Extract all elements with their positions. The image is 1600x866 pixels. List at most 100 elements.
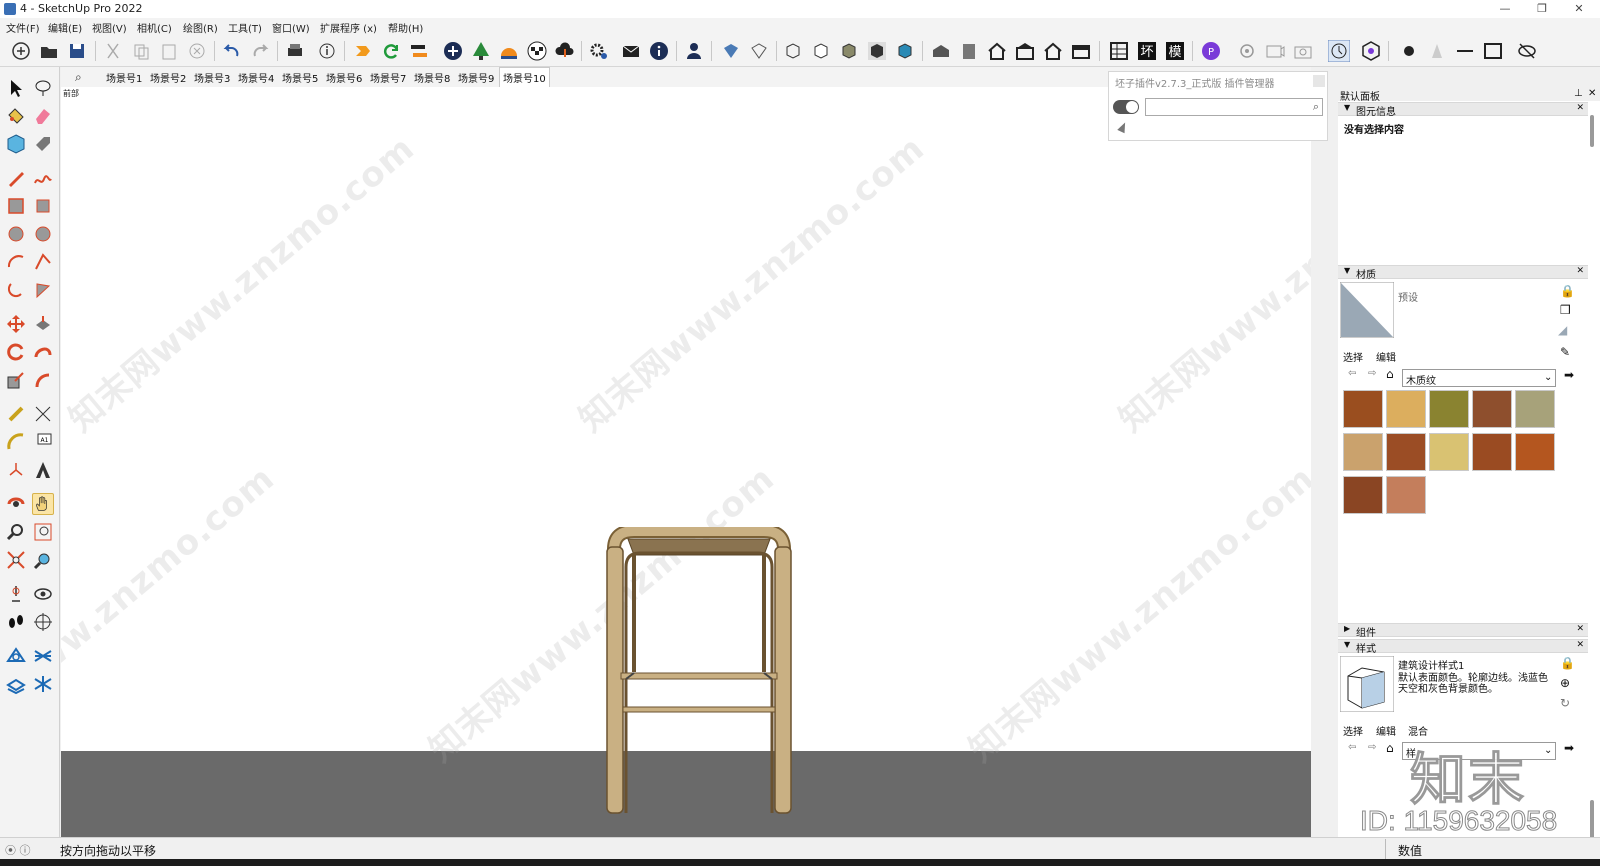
checker-sphere-icon[interactable] — [526, 40, 548, 62]
section-plane-icon[interactable] — [32, 611, 54, 633]
materials-tab-edit[interactable]: 编辑 — [1376, 349, 1396, 364]
axes-tool-icon[interactable] — [5, 459, 27, 481]
material-library-select[interactable]: 木质纹 ⌄ — [1402, 369, 1556, 387]
orbit-tool-icon[interactable] — [5, 493, 27, 515]
scene-tab[interactable]: 场景号9 — [458, 70, 494, 85]
panel-close-icon[interactable]: ✕ — [1576, 624, 1584, 634]
material-name-field[interactable]: 预设 — [1398, 289, 1418, 304]
menu-window[interactable]: 窗口(W) — [272, 20, 310, 35]
photo-camera-icon[interactable] — [1292, 40, 1314, 62]
menu-draw[interactable]: 绘图(R) — [183, 20, 218, 35]
char-huai-icon[interactable]: 坏 — [1136, 40, 1158, 62]
model-info-icon[interactable] — [316, 40, 338, 62]
orbit-target-icon[interactable] — [1236, 40, 1258, 62]
look-around-icon[interactable] — [32, 583, 54, 605]
sandbox-stamp-icon[interactable] — [5, 673, 27, 695]
minimize-button[interactable]: — — [1490, 1, 1520, 17]
erase-selection-icon[interactable] — [186, 40, 208, 62]
back-arrow-icon[interactable]: ⇦ — [1348, 742, 1356, 753]
styles-tab-edit[interactable]: 编辑 — [1376, 723, 1396, 738]
material-lock-icon[interactable]: 🔒 — [1560, 284, 1575, 298]
push-pull-icon[interactable] — [32, 313, 54, 335]
close-window-button[interactable]: ✕ — [1564, 1, 1594, 17]
material-swatch[interactable] — [1386, 433, 1426, 471]
menu-tools[interactable]: 工具(T) — [228, 20, 262, 35]
cut-icon[interactable] — [102, 40, 124, 62]
hide-eye-icon[interactable] — [1516, 40, 1538, 62]
tape-measure-icon[interactable] — [5, 403, 27, 425]
walk-footprints-icon[interactable] — [5, 611, 27, 633]
details-arrow-icon[interactable]: ➡ — [1564, 368, 1574, 382]
create-material-icon[interactable]: ❒ — [1560, 303, 1571, 317]
zoom-window-icon[interactable] — [32, 521, 54, 543]
three-point-arc-icon[interactable] — [5, 279, 27, 301]
camera-icon[interactable] — [1264, 40, 1286, 62]
menu-extensions[interactable]: 扩展程序 (x) — [320, 20, 377, 35]
settings-gears-icon[interactable] — [588, 40, 610, 62]
panel-close-icon[interactable]: ✕ — [1576, 103, 1584, 113]
grid-table-icon[interactable] — [1108, 40, 1130, 62]
material-swatch[interactable] — [1343, 476, 1383, 514]
follow-me-icon[interactable] — [32, 341, 54, 363]
purple-plugin-icon[interactable]: P — [1200, 40, 1222, 62]
previous-view-icon[interactable] — [32, 549, 54, 571]
eraser-icon[interactable] — [32, 105, 54, 127]
materials-tab-select[interactable]: 选择 — [1343, 349, 1363, 364]
home-icon[interactable]: ⌂ — [1386, 367, 1394, 381]
save-icon[interactable] — [66, 40, 88, 62]
move-tool-icon[interactable] — [5, 313, 27, 335]
monochrome-style-icon[interactable] — [894, 40, 916, 62]
mail-icon[interactable] — [620, 40, 642, 62]
arc-tool-icon[interactable] — [5, 251, 27, 273]
fog-icon[interactable] — [1426, 40, 1448, 62]
offset-tool-icon[interactable] — [32, 369, 54, 391]
shadow-dot-icon[interactable] — [1398, 40, 1420, 62]
shaded-style-icon[interactable] — [838, 40, 860, 62]
swap-arrows-icon[interactable] — [408, 40, 430, 62]
scene-tab-active[interactable]: 场景号10 — [499, 67, 550, 87]
scene-tab[interactable]: 场景号2 — [150, 70, 186, 85]
sandbox-flip-icon[interactable] — [32, 673, 54, 695]
user-icon[interactable] — [683, 40, 705, 62]
paste-icon[interactable] — [158, 40, 180, 62]
redo-icon[interactable] — [249, 40, 271, 62]
components-header[interactable]: ▶ 组件 ✕ — [1338, 623, 1588, 639]
copy-icon[interactable] — [130, 40, 152, 62]
tree-icon[interactable] — [470, 40, 492, 62]
pencil-line-icon[interactable] — [5, 167, 27, 189]
create-style-icon[interactable]: ⊕ — [1560, 676, 1570, 690]
menu-file[interactable]: 文件(F) — [6, 20, 40, 35]
material-swatch[interactable] — [1472, 433, 1512, 471]
geo-location-icon[interactable]: ⦿ ⓘ — [5, 842, 31, 858]
menu-edit[interactable]: 编辑(E) — [48, 20, 82, 35]
right-view-icon[interactable] — [1014, 40, 1036, 62]
protractor-icon[interactable] — [5, 431, 27, 453]
lasso-select-icon[interactable] — [32, 77, 54, 99]
plugin-orange-icon[interactable] — [352, 40, 374, 62]
material-swatch[interactable] — [1472, 390, 1512, 428]
rotated-rectangle-icon[interactable] — [32, 195, 54, 217]
circle-tool-icon[interactable] — [5, 223, 27, 245]
open-folder-icon[interactable] — [38, 40, 60, 62]
style-name[interactable]: 建筑设计样式1 — [1398, 657, 1464, 672]
material-swatch[interactable] — [1386, 476, 1426, 514]
measurements-box[interactable]: 数值 — [1385, 839, 1600, 859]
scene-tab[interactable]: 场景号3 — [194, 70, 230, 85]
hexagon-gear-icon[interactable] — [1360, 40, 1382, 62]
details-arrow-icon[interactable]: ➡ — [1564, 741, 1574, 755]
iso-view-icon[interactable] — [930, 40, 952, 62]
paint-bucket-icon[interactable] — [5, 105, 27, 127]
cloud-upload-icon[interactable] — [554, 40, 576, 62]
search-icon[interactable]: ⌕ — [1313, 100, 1319, 114]
char-mo-icon[interactable]: 模 — [1164, 40, 1186, 62]
select-arrow-icon[interactable] — [5, 77, 27, 99]
plugin-toggle-switch[interactable] — [1113, 100, 1139, 114]
front-view-icon[interactable] — [986, 40, 1008, 62]
zoom-extents-icon[interactable] — [5, 549, 27, 571]
wireframe-style-icon[interactable] — [810, 40, 832, 62]
component-tool-icon[interactable] — [5, 133, 27, 155]
pen-icon[interactable] — [1117, 120, 1129, 134]
style-lock-icon[interactable]: 🔒 — [1560, 656, 1575, 670]
material-swatch[interactable] — [1386, 390, 1426, 428]
xray-style-icon[interactable] — [782, 40, 804, 62]
